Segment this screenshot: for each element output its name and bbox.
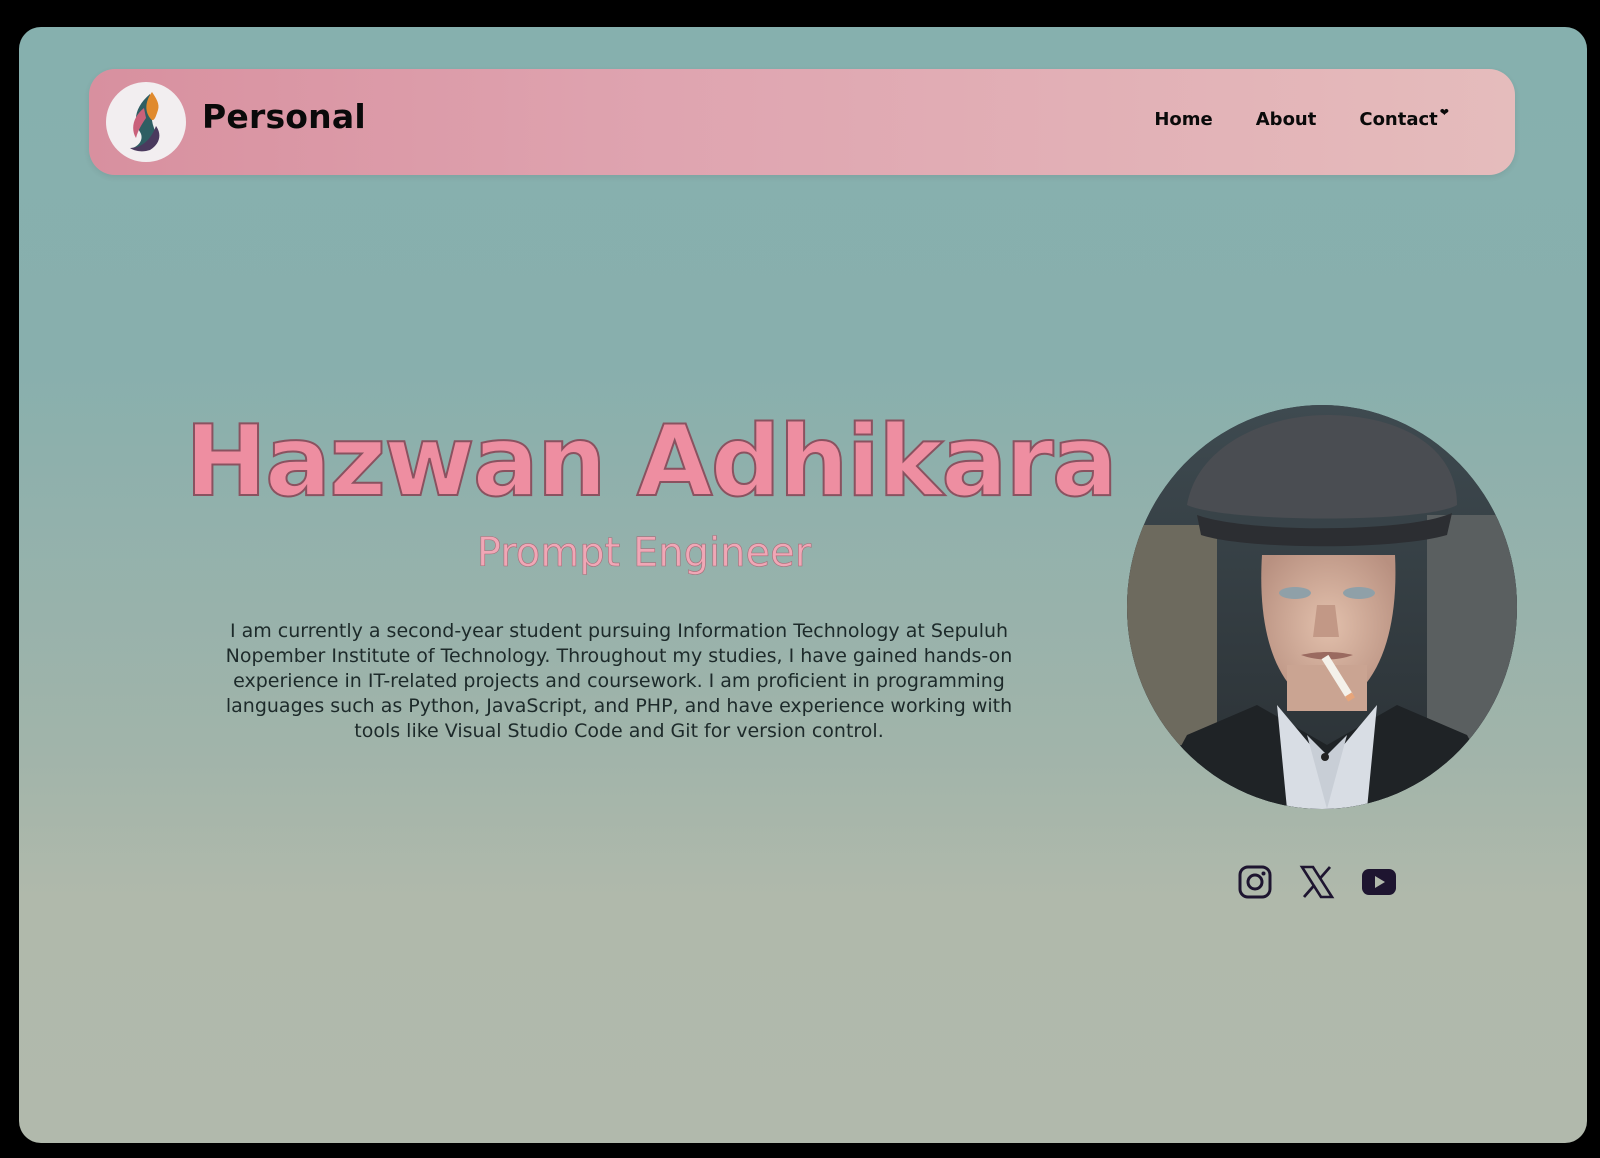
x-icon[interactable] bbox=[1299, 864, 1335, 900]
chevron-down-icon: ❤ bbox=[1439, 106, 1449, 119]
profile-photo bbox=[1127, 405, 1517, 809]
nav-about-link[interactable]: About bbox=[1256, 109, 1317, 130]
youtube-icon[interactable] bbox=[1361, 864, 1397, 900]
flame-logo-icon bbox=[130, 92, 160, 152]
nav-home-link[interactable]: Home bbox=[1154, 109, 1212, 130]
instagram-icon[interactable] bbox=[1237, 864, 1273, 900]
nav-contact-label: Contact bbox=[1359, 109, 1438, 130]
navbar: Personal Home About Contact ❤ bbox=[89, 69, 1515, 175]
brand-title[interactable]: Personal bbox=[202, 97, 366, 136]
hero-bio: I am currently a second-year student pur… bbox=[225, 620, 1013, 742]
page-window: Personal Home About Contact ❤ Hazwan Adhi… bbox=[19, 27, 1587, 1143]
logo[interactable] bbox=[106, 82, 186, 162]
hero-name: Hazwan Adhikara bbox=[184, 404, 1119, 520]
nav-links: Home About Contact ❤ bbox=[1154, 106, 1449, 130]
profile-photo-image bbox=[1127, 405, 1517, 809]
nav-contact-link[interactable]: Contact ❤ bbox=[1359, 106, 1449, 130]
social-links bbox=[1237, 864, 1397, 900]
hero-role: Prompt Engineer bbox=[476, 530, 812, 577]
